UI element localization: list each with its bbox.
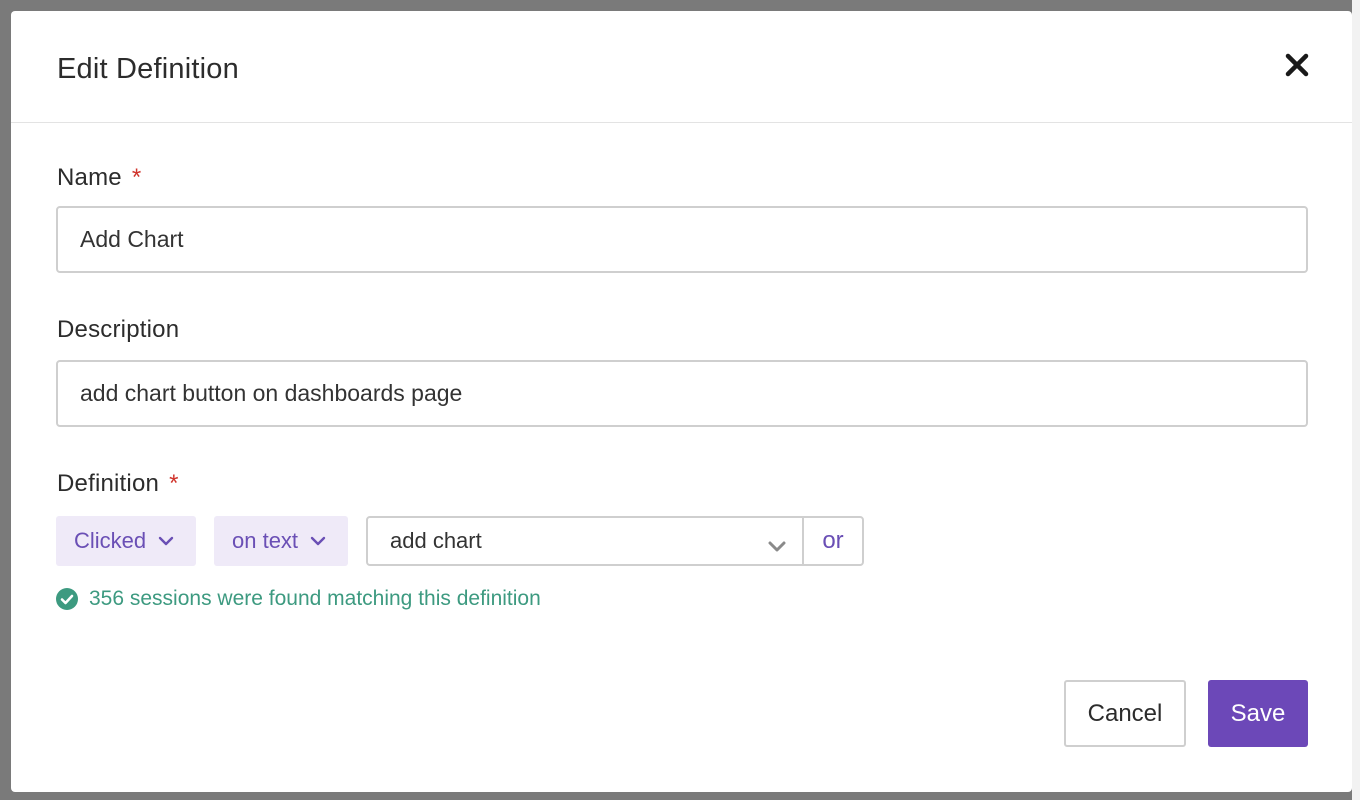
or-button[interactable]: or bbox=[802, 518, 862, 564]
chevron-down-icon[interactable] bbox=[768, 533, 786, 559]
match-mode-dropdown[interactable]: on text bbox=[214, 516, 348, 566]
modal-title: Edit Definition bbox=[57, 53, 239, 85]
match-value-input[interactable]: add chart bbox=[368, 518, 802, 564]
match-value-text: add chart bbox=[390, 528, 482, 553]
close-icon[interactable] bbox=[1281, 49, 1313, 81]
definition-label-text: Definition bbox=[57, 470, 160, 497]
match-value-combobox: add chart or bbox=[366, 516, 864, 566]
edit-definition-modal: Edit Definition Name * Description Defini… bbox=[11, 11, 1352, 792]
modal-header: Edit Definition bbox=[11, 11, 1352, 123]
cancel-button[interactable]: Cancel bbox=[1064, 680, 1186, 747]
description-label-text: Description bbox=[57, 316, 180, 343]
check-circle-icon bbox=[56, 588, 78, 610]
match-status: 356 sessions were found matching this de… bbox=[56, 587, 541, 611]
save-button[interactable]: Save bbox=[1208, 680, 1308, 747]
required-marker: * bbox=[169, 470, 179, 497]
definition-label: Definition * bbox=[57, 470, 179, 498]
name-input[interactable] bbox=[56, 206, 1308, 273]
event-type-label: Clicked bbox=[74, 528, 147, 553]
chevron-down-icon bbox=[310, 536, 326, 546]
name-label: Name * bbox=[57, 164, 141, 192]
page-backdrop bbox=[1352, 0, 1360, 800]
event-type-dropdown[interactable]: Clicked bbox=[56, 516, 196, 566]
required-marker: * bbox=[131, 164, 142, 191]
match-status-text: 356 sessions were found matching this de… bbox=[89, 587, 541, 610]
match-mode-label: on text bbox=[232, 528, 299, 553]
name-label-text: Name bbox=[57, 164, 122, 191]
description-label: Description bbox=[57, 316, 179, 344]
description-input[interactable] bbox=[56, 360, 1308, 427]
chevron-down-icon bbox=[158, 536, 174, 546]
